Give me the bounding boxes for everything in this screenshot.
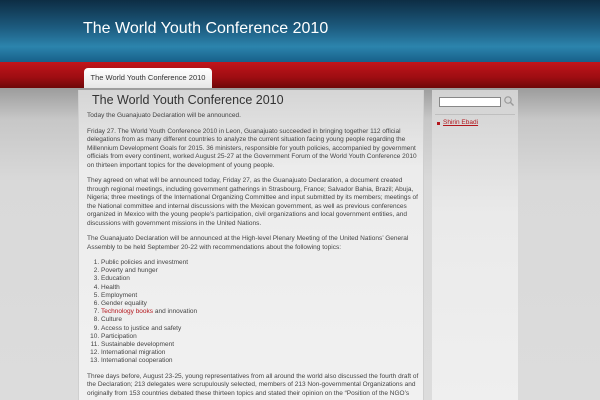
sidebar-links: Shirin Ebadi [435,118,515,128]
post-paragraph: Friday 27. The World Youth Conference 20… [87,127,417,169]
sidebar-divider [435,114,515,115]
list-item: Education [101,275,423,283]
post-body: Today the Guanajuato Declaration will be… [87,112,423,400]
list-item: Shirin Ebadi [435,118,515,128]
list-item: Gender equality [101,300,423,308]
list-item: International cooperation [101,357,423,365]
list-item: Technology books and innovation [101,308,423,316]
post-paragraph: The Guanajuato Declaration will be annou… [87,235,409,251]
tab-home[interactable]: The World Youth Conference 2010 [84,68,212,88]
list-item: Access to justice and safety [101,325,423,333]
list-item: Poverty and hunger [101,267,423,275]
site-header: The World Youth Conference 2010 [0,0,600,62]
search-icon[interactable] [503,95,515,107]
list-item: Culture [101,316,423,324]
search-input[interactable] [439,97,501,107]
site-title[interactable]: The World Youth Conference 2010 [83,20,328,38]
list-item: Health [101,284,423,292]
sidebar: Shirin Ebadi [432,90,518,400]
post-title: The World Youth Conference 2010 [92,93,284,107]
list-item-text: and innovation [153,308,198,316]
list-item: International migration [101,349,423,357]
list-item: Participation [101,333,423,341]
list-item: Public policies and investment [101,259,423,267]
post-paragraph: Three days before, August 23-25, young r… [87,372,419,397]
main-content: The World Youth Conference 2010 Today th… [78,90,424,400]
post-intro: Today the Guanajuato Declaration will be… [87,112,241,119]
post-paragraph: They agreed on what will be announced to… [87,177,418,227]
list-item: Sustainable development [101,341,423,349]
sidebar-link-shirin-ebadi[interactable]: Shirin Ebadi [443,119,478,126]
technology-books-link[interactable]: Technology books [101,308,153,315]
list-item: Employment [101,292,423,300]
topics-list: Public policies and investment Poverty a… [87,259,423,366]
